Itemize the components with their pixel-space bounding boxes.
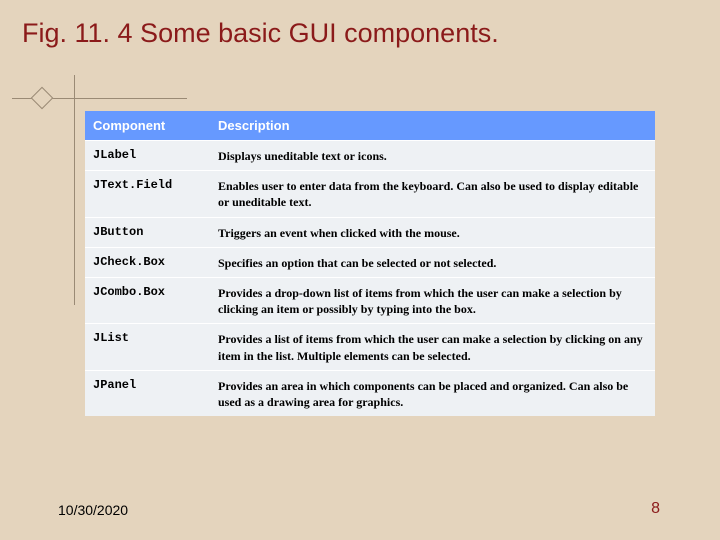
cell-component: JLabel [85, 141, 210, 170]
cell-description: Specifies an option that can be selected… [210, 248, 655, 277]
cell-component: JText.Field [85, 171, 210, 216]
cell-description: Enables user to enter data from the keyb… [210, 171, 655, 216]
table-row: JList Provides a list of items from whic… [85, 323, 655, 369]
cell-description: Provides an area in which components can… [210, 371, 655, 416]
table-header-component: Component [85, 111, 210, 140]
table-row: JPanel Provides an area in which compone… [85, 370, 655, 416]
footer-page-number: 8 [651, 500, 660, 518]
table-row: JCheck.Box Specifies an option that can … [85, 247, 655, 277]
cell-description: Provides a drop-down list of items from … [210, 278, 655, 323]
table-row: JCombo.Box Provides a drop-down list of … [85, 277, 655, 323]
decoration-vertical-line [74, 75, 75, 305]
cell-description: Provides a list of items from which the … [210, 324, 655, 369]
decoration-diamond-icon [31, 87, 54, 110]
table-header-row: Component Description [85, 111, 655, 140]
cell-description: Triggers an event when clicked with the … [210, 218, 655, 247]
table-header-description: Description [210, 111, 655, 140]
footer-date: 10/30/2020 [58, 502, 128, 518]
cell-component: JList [85, 324, 210, 369]
cell-component: JCombo.Box [85, 278, 210, 323]
cell-description: Displays uneditable text or icons. [210, 141, 655, 170]
slide-title: Fig. 11. 4 Some basic GUI components. [22, 18, 499, 49]
cell-component: JPanel [85, 371, 210, 416]
components-table: Component Description JLabel Displays un… [85, 111, 655, 416]
table-row: JText.Field Enables user to enter data f… [85, 170, 655, 216]
table-row: JLabel Displays uneditable text or icons… [85, 140, 655, 170]
table-row: JButton Triggers an event when clicked w… [85, 217, 655, 247]
cell-component: JButton [85, 218, 210, 247]
cell-component: JCheck.Box [85, 248, 210, 277]
